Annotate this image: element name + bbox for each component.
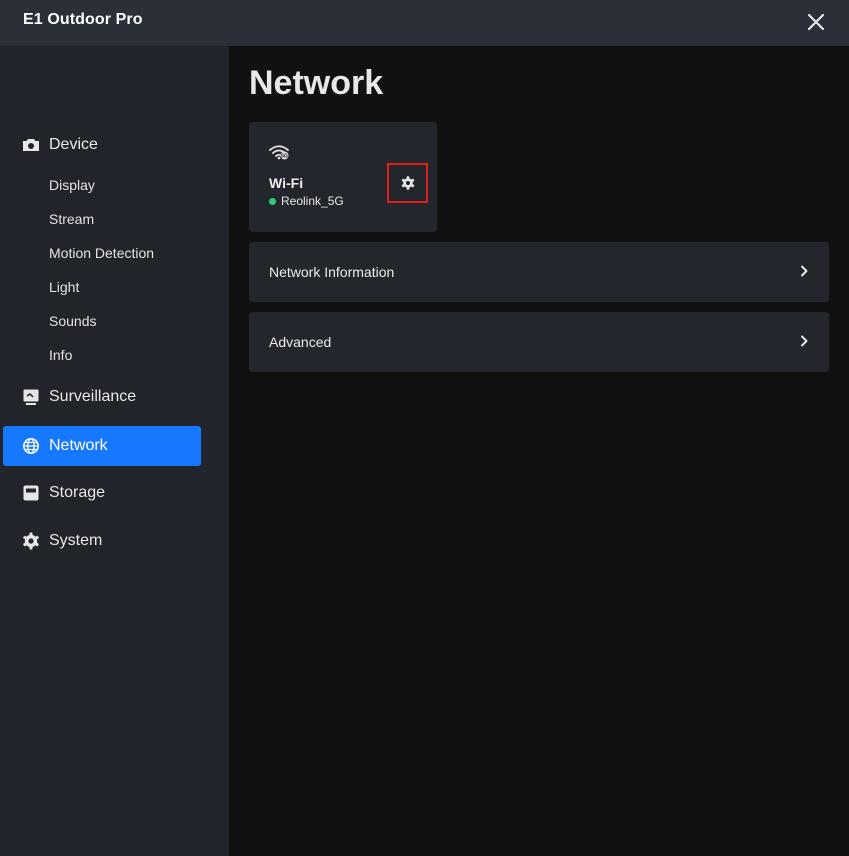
sidebar-subitem-stream[interactable]: Stream [49, 211, 94, 227]
close-icon [807, 13, 825, 31]
sidebar-subitem-light[interactable]: Light [49, 279, 79, 295]
storage-icon [22, 484, 40, 502]
sidebar-item-surveillance[interactable]: Surveillance [3, 377, 201, 417]
sidebar-item-network[interactable]: Network [3, 426, 201, 466]
sidebar-item-system[interactable]: System [3, 521, 201, 561]
sidebar-item-storage[interactable]: Storage [3, 473, 201, 513]
gear-icon [401, 176, 414, 190]
sidebar-item-label: Network [49, 437, 108, 454]
sidebar-item-label: Storage [49, 484, 106, 501]
status-dot [269, 197, 276, 205]
sidebar: Device Display Stream Motion Detection L… [0, 46, 229, 856]
wifi-ssid: Reolink_5G [281, 194, 344, 208]
close-button[interactable] [800, 6, 832, 38]
title-bar: E1 Outdoor Pro [0, 0, 849, 46]
globe-icon [22, 437, 40, 455]
monitor-icon [22, 388, 40, 406]
wifi-status: Reolink_5G [269, 194, 344, 208]
sidebar-item-label: Surveillance [49, 388, 137, 405]
wifi-settings-button[interactable] [387, 163, 428, 203]
chevron-right-icon [801, 335, 808, 347]
sidebar-subitem-display[interactable]: Display [49, 177, 95, 193]
row-label: Advanced [269, 334, 332, 350]
network-information-row[interactable]: Network Information [249, 242, 829, 302]
row-label: Network Information [269, 264, 395, 280]
app-title: E1 Outdoor Pro [23, 11, 143, 28]
wifi-title: Wi-Fi [269, 175, 304, 191]
camera-icon [22, 136, 40, 154]
advanced-row[interactable]: Advanced [249, 312, 829, 372]
wifi-card[interactable]: 5G Wi-Fi Reolink_5G [249, 122, 437, 232]
wifi-5g-icon: 5G [269, 145, 289, 160]
page-title: Network [249, 64, 384, 102]
sidebar-item-device[interactable]: Device [3, 125, 201, 165]
sidebar-subitem-sounds[interactable]: Sounds [49, 313, 96, 329]
main-panel: Network 5G Wi-Fi Reolink_5G Network Info… [229, 46, 849, 856]
sidebar-item-label: System [49, 532, 103, 549]
sidebar-subitem-info[interactable]: Info [49, 347, 72, 363]
sidebar-subitem-motion-detection[interactable]: Motion Detection [49, 245, 154, 261]
chevron-right-icon [801, 265, 808, 277]
gear-icon [22, 532, 40, 550]
svg-text:5G: 5G [281, 154, 288, 160]
sidebar-item-label: Device [49, 136, 98, 153]
